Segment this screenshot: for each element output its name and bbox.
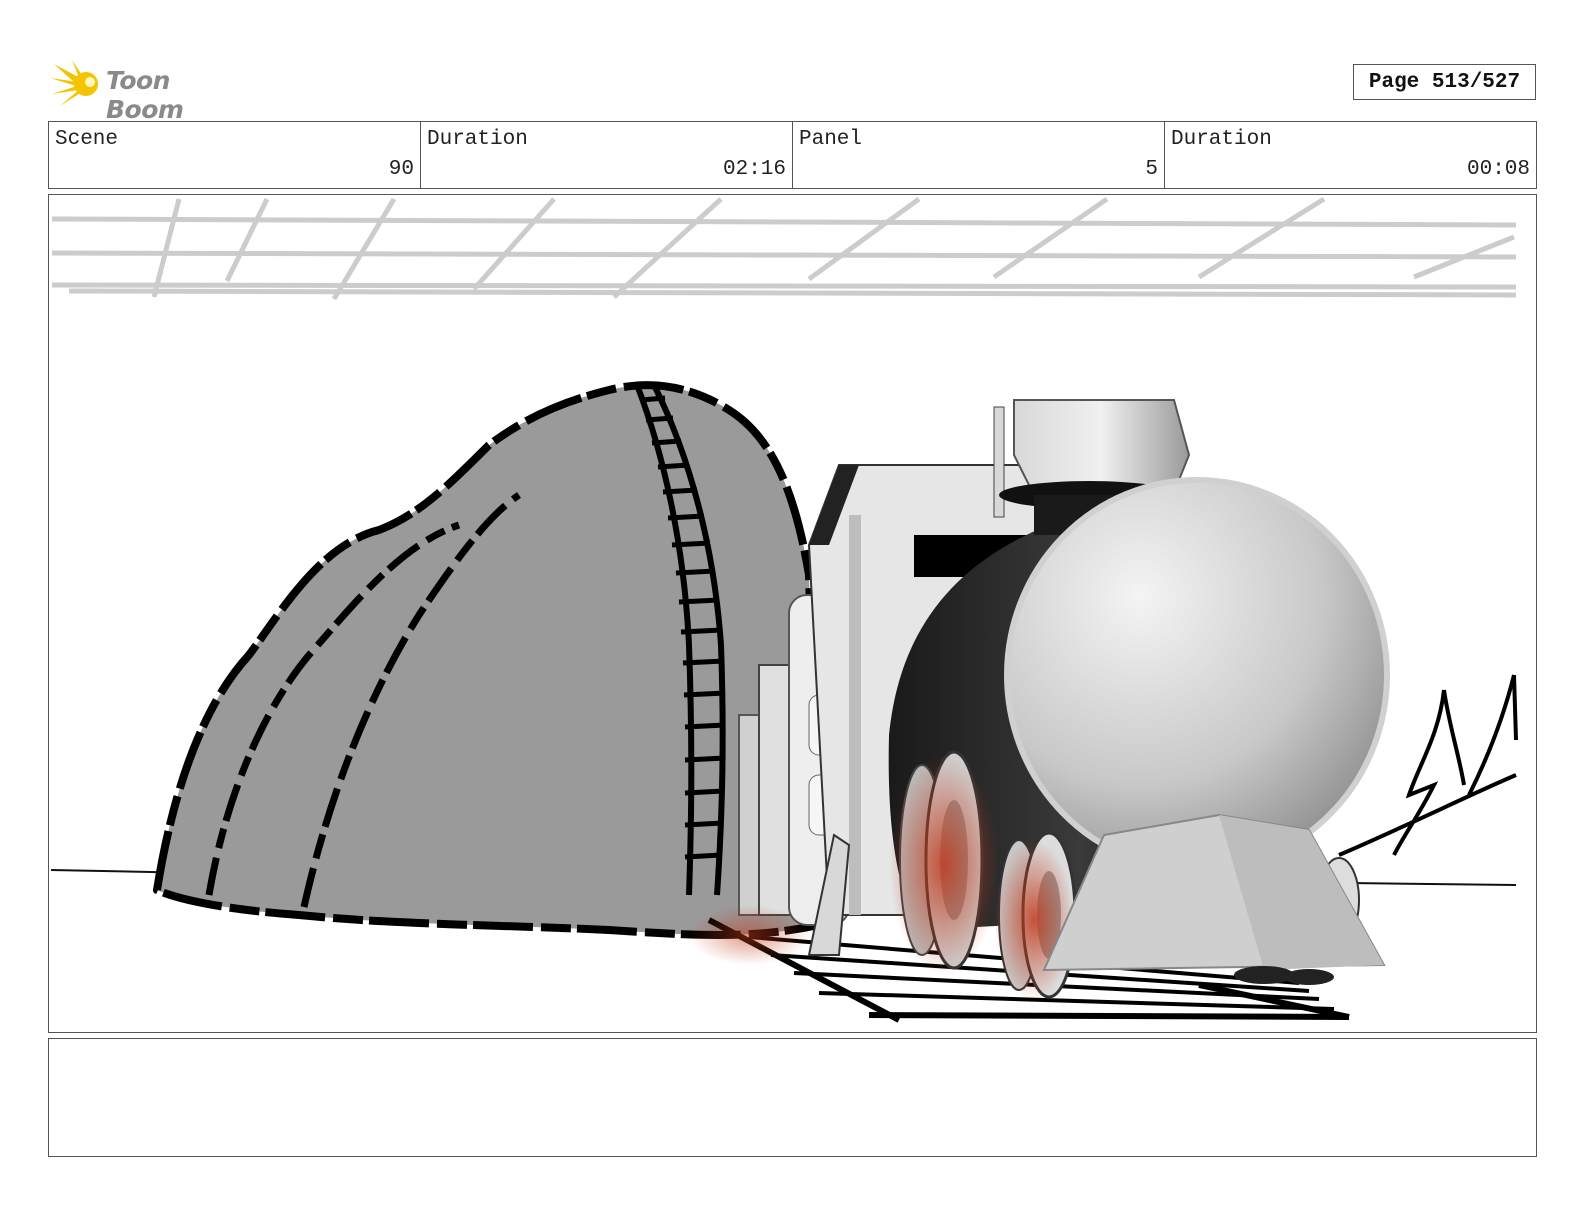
panel-duration-cell: Duration 00:08 [1165,122,1536,188]
panel-duration-value: 00:08 [1466,158,1530,181]
boiler-front [1004,477,1390,873]
scene-duration-value: 02:16 [722,158,786,181]
horizon-right [1348,882,1517,886]
panel-notes [48,1038,1537,1157]
scene-duration-label: Duration [427,128,528,151]
storyboard-panel [48,194,1537,1033]
starburst-icon [50,60,98,106]
scene-value: 90 [388,158,414,181]
scene-label: Scene [55,128,119,151]
panel-label: Panel [799,128,863,151]
ceiling-grid [51,196,1517,301]
panel-value: 5 [1145,158,1158,181]
panel-artwork [50,196,1518,1023]
scene-duration-cell: Duration 02:16 [421,122,793,188]
scene-cell: Scene 90 [49,122,421,188]
page-indicator: Page 513/527 [1353,64,1536,100]
logo-wordmark: Toon Boom [106,66,184,124]
toon-boom-logo: Toon Boom [50,56,250,124]
scene-info-row: Scene 90 Duration 02:16 Panel 5 Duration… [48,121,1537,189]
panel-duration-label: Duration [1171,128,1272,151]
panel-cell: Panel 5 [793,122,1165,188]
